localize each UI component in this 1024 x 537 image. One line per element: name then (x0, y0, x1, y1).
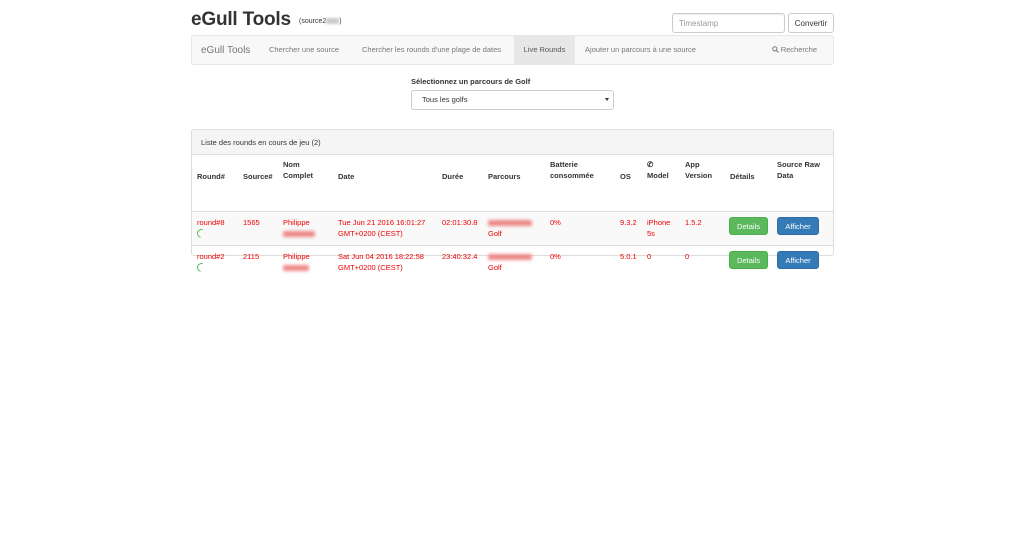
col-raw-2: Data (777, 171, 794, 180)
battery: 0% (550, 252, 561, 261)
panel-title: Liste des rounds en cours de jeu (2) (192, 130, 833, 155)
nav-item-rounds-date-range[interactable]: Chercher les rounds d'une plage de dates (349, 36, 514, 64)
nav-item-live-rounds[interactable]: Live Rounds (514, 36, 575, 64)
model-line-1: 0 (647, 252, 652, 261)
show-raw-data-button[interactable]: Afficher (777, 251, 819, 269)
col-os: OS (620, 172, 631, 181)
first-name: Philippe (283, 252, 310, 261)
duration: 02:01:30.8 (442, 218, 478, 227)
source-id: 1565 (243, 218, 260, 227)
timestamp-input[interactable] (672, 13, 785, 33)
header: eGull Tools (source2) Convertir (191, 8, 834, 34)
golf-select-label: Sélectionnez un parcours de Golf (411, 77, 531, 86)
chevron-down-icon (605, 98, 609, 101)
app-version: 1.5.2 (685, 218, 702, 227)
navbar-brand[interactable]: eGull Tools (201, 36, 250, 65)
details-button[interactable]: Details (729, 251, 768, 269)
os-version: 9.3.2 (620, 218, 637, 227)
convert-button[interactable]: Convertir (788, 13, 834, 33)
col-source: Source# (243, 172, 273, 181)
golf-select[interactable]: Tous les golfs (411, 90, 614, 110)
col-app-1: App (685, 160, 700, 169)
col-battery-2: consommée (550, 171, 594, 180)
battery: 0% (550, 218, 561, 227)
round-id: round#8 (197, 218, 225, 227)
col-app-2: Version (685, 171, 713, 180)
col-raw-1: Source Raw (777, 160, 820, 169)
redacted-course (488, 217, 532, 228)
redacted-last-name (283, 262, 309, 273)
col-course: Parcours (488, 172, 521, 181)
date-line-1: Tue Jun 21 2016 16:01:27 (338, 218, 426, 227)
navbar: eGull Tools Chercher une source Chercher… (191, 35, 834, 65)
col-name-2: Complet (283, 171, 313, 180)
course-suffix: Golf (488, 229, 502, 238)
search-label: Recherche (780, 45, 817, 54)
col-date: Date (338, 172, 355, 181)
col-details: Détails (730, 172, 755, 181)
table-row: round#8 1565 Philippe Tue Jun 21 2016 16… (192, 211, 833, 246)
phone-icon: ✆ (647, 160, 654, 169)
redacted-text (326, 18, 340, 25)
col-battery-1: Batterie (550, 160, 578, 169)
col-duration: Durée (442, 172, 464, 181)
model-line-2: 5s (647, 229, 655, 238)
show-raw-data-button[interactable]: Afficher (777, 217, 819, 235)
course-suffix: Golf (488, 263, 502, 272)
redacted-last-name (283, 228, 315, 239)
source-id: 2115 (243, 252, 260, 261)
date-line-1: Sat Jun 04 2016 18:22:58 (338, 252, 424, 261)
page-title: eGull Tools (191, 9, 291, 30)
model-line-1: iPhone (647, 218, 671, 227)
round-id: round#2 (197, 252, 225, 261)
date-line-2: GMT+0200 (CEST) (338, 263, 403, 272)
redacted-course (488, 251, 532, 262)
source-subtitle: (source2) (299, 18, 342, 25)
first-name: Philippe (283, 218, 310, 227)
search-icon (771, 46, 779, 53)
duration: 23:40:32.4 (442, 252, 478, 261)
app-version: 0 (685, 252, 690, 261)
details-button[interactable]: Details (729, 217, 768, 235)
date-line-2: GMT+0200 (CEST) (338, 229, 403, 238)
col-name-1: Nom (283, 160, 300, 169)
nav-search-link[interactable]: Recherche (771, 36, 817, 64)
table-row: round#2 2115 Philippe Sat Jun 04 2016 18… (192, 245, 833, 280)
nav-item-add-course[interactable]: Ajouter un parcours à une source (575, 36, 706, 64)
live-rounds-panel: Liste des rounds en cours de jeu (2) Rou… (191, 129, 834, 274)
spinner-icon (195, 227, 208, 241)
spinner-icon (195, 261, 208, 275)
col-model: Model (647, 171, 669, 180)
golf-select-value: Tous les golfs (422, 95, 468, 104)
nav-item-search-source[interactable]: Chercher une source (259, 36, 349, 64)
os-version: 5.0.1 (620, 252, 637, 261)
col-round: Round# (197, 172, 225, 181)
